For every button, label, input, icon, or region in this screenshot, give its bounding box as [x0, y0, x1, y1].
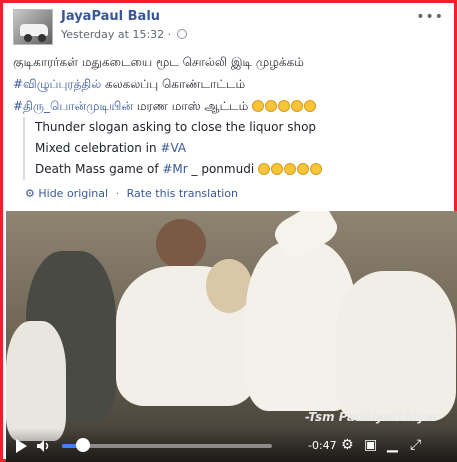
post-meta: Yesterday at 15:32 ·	[61, 28, 187, 41]
author-name[interactable]: JayaPaul Balu	[61, 9, 160, 24]
translation-links: ⚙ Hide original · Rate this translation	[25, 187, 238, 200]
translation-line-3-rest: _ ponmudi	[187, 162, 255, 176]
translation-line-1: Thunder slogan asking to close the liquo…	[35, 120, 317, 134]
post-header: JayaPaul Balu Yesterday at 15:32 · •••	[11, 9, 446, 45]
ellipsis-icon[interactable]: •••	[416, 9, 444, 25]
laughing-emoji-icon	[271, 163, 283, 175]
progress-bar[interactable]	[62, 444, 272, 448]
volume-icon[interactable]	[37, 440, 51, 452]
pip-icon[interactable]: ▣	[364, 437, 377, 453]
fullscreen-icon[interactable]: ⤢	[410, 437, 421, 453]
video-person-far-right	[336, 271, 456, 421]
avatar-wheel	[24, 34, 32, 42]
translation-line-2-text: Mixed celebration in	[35, 141, 161, 155]
laughing-emoji-icon	[278, 100, 291, 112]
separator: ·	[167, 28, 175, 41]
hashtag-link[interactable]: #விழுப்புரத்தில்	[13, 77, 101, 91]
post-text: குடிகாரர்கள் மதுகடையை மூட சொல்லி இடி முழ…	[13, 51, 444, 117]
laughing-emoji-icon	[297, 163, 309, 175]
post-timestamp[interactable]: Yesterday at 15:32	[61, 28, 164, 41]
translation-line-3: Death Mass game of #Mr _ ponmudi	[35, 159, 444, 180]
translation-line-3-text: Death Mass game of	[35, 162, 163, 176]
video-person-head	[156, 219, 206, 269]
laughing-emoji-icon	[291, 100, 304, 112]
laughing-emoji-icon	[258, 163, 270, 175]
hashtag-link[interactable]: #Mr	[162, 162, 187, 176]
separator: ·	[115, 187, 120, 200]
play-icon[interactable]	[16, 439, 27, 453]
settings-gear-icon[interactable]: ⚙	[341, 437, 354, 453]
laughing-emoji-icon	[310, 163, 322, 175]
laughing-emoji-icon	[265, 100, 278, 112]
hashtag-link[interactable]: #திரு_பொன்முடியின்	[13, 99, 133, 113]
post-line-3-text: மரண மாஸ் ஆட்டம்	[133, 99, 249, 113]
laughing-emoji-icon	[304, 100, 317, 112]
translation-block: Thunder slogan asking to close the liquo…	[23, 117, 444, 180]
hide-original-link[interactable]: Hide original	[38, 187, 108, 200]
minimize-icon[interactable]: ▁	[387, 437, 398, 453]
hashtag-link[interactable]: #VA	[160, 141, 186, 155]
post-line-1: குடிகாரர்கள் மதுகடையை மூட சொல்லி இடி முழ…	[13, 55, 304, 69]
rate-translation-link[interactable]: Rate this translation	[127, 187, 238, 200]
post-frame: JayaPaul Balu Yesterday at 15:32 · ••• க…	[0, 0, 457, 462]
post-line-2-text: கலகலப்பு கொண்டாட்டம்	[101, 77, 246, 91]
laughing-emoji-icon	[252, 100, 265, 112]
video-watermark: -Tsm Padaiyatchiyar	[305, 410, 439, 424]
video-controls: -0:47 ⚙ ▣ ▁ ⤢	[6, 428, 457, 462]
laughing-emoji-icon	[284, 163, 296, 175]
progress-handle[interactable]	[76, 438, 90, 452]
video-player[interactable]: -Tsm Padaiyatchiyar -0:47 ⚙ ▣ ▁ ⤢	[6, 211, 457, 462]
post-line-2: #விழுப்புரத்தில் கலகலப்பு கொண்டாட்டம்	[13, 73, 444, 95]
globe-icon	[176, 29, 187, 39]
avatar[interactable]	[13, 9, 53, 45]
video-person-left-front	[6, 321, 66, 441]
gear-icon[interactable]: ⚙	[25, 187, 35, 200]
time-remaining: -0:47	[308, 439, 337, 452]
translation-line-2: Mixed celebration in #VA	[35, 138, 444, 159]
post-line-3: #திரு_பொன்முடியின் மரண மாஸ் ஆட்டம்	[13, 95, 444, 117]
avatar-wheel	[38, 34, 46, 42]
